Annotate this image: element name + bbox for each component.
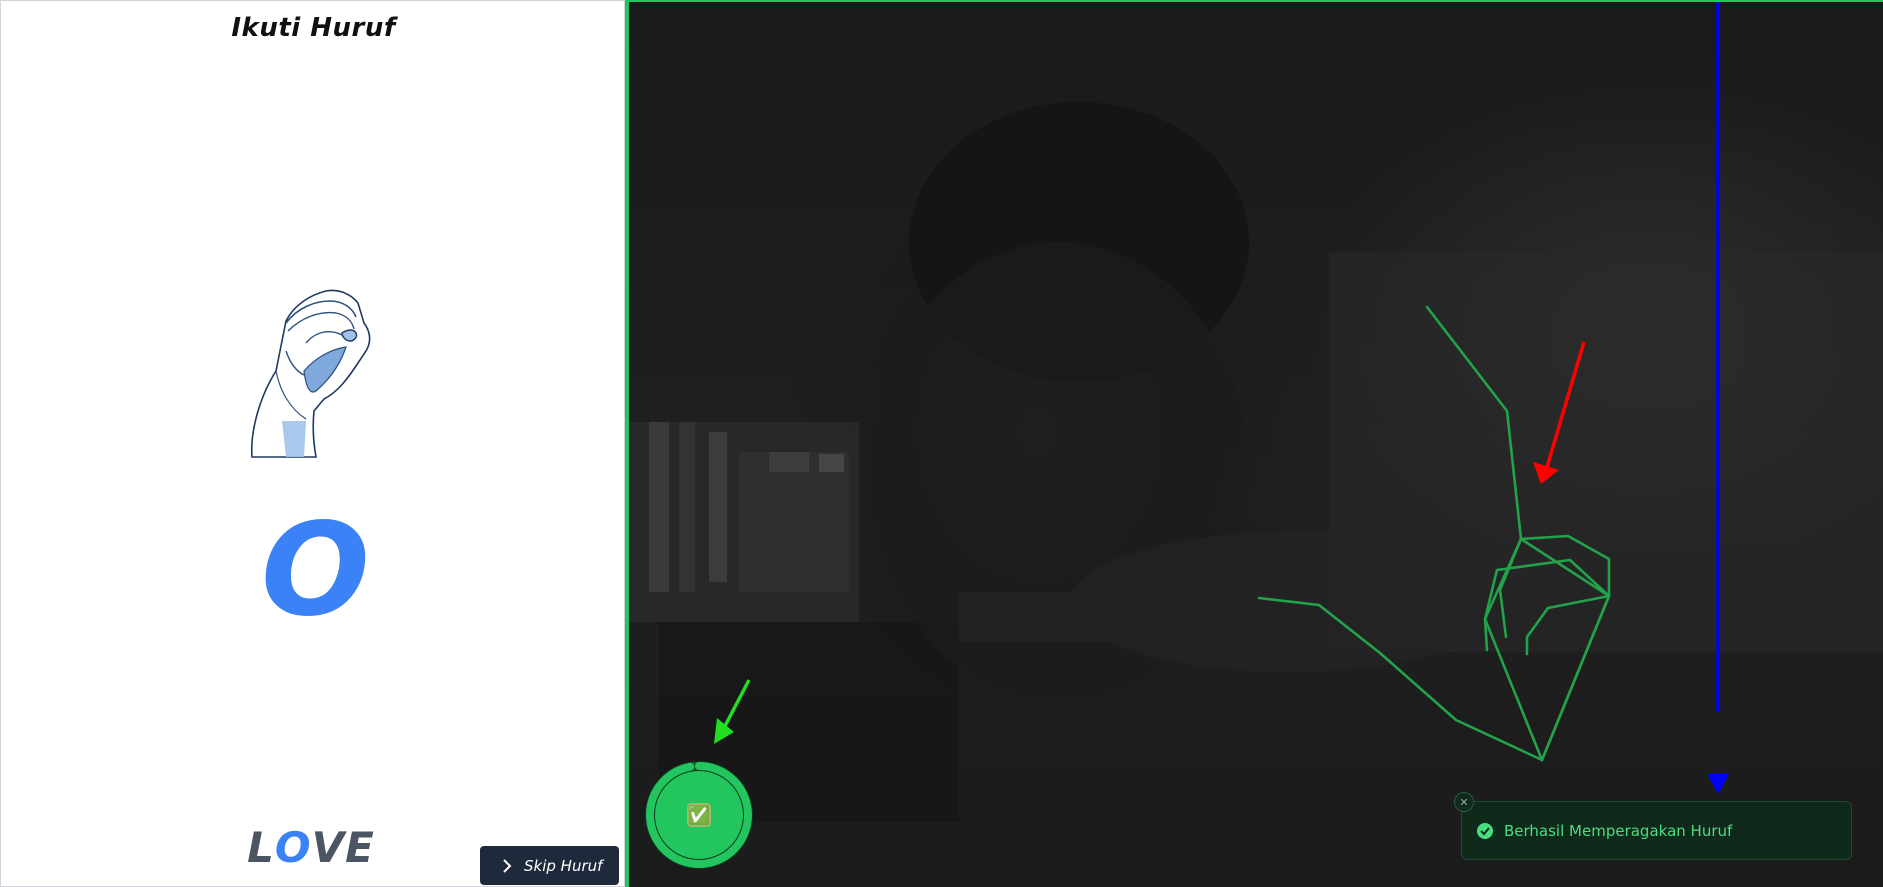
close-icon[interactable]: ✕ — [1454, 792, 1474, 812]
word-letter: L — [247, 823, 275, 872]
current-letter: O — [261, 496, 370, 645]
word-letter: E — [345, 823, 375, 872]
chevron-right-icon — [503, 858, 512, 873]
skip-letter-button[interactable]: Skip Huruf — [480, 846, 619, 885]
instruction-panel: Ikuti Huruf O LOVE Skip Huruf — [0, 0, 625, 887]
success-check-icon: ✅ — [687, 803, 711, 827]
success-toast: ✕ Berhasil Memperagakan Huruf — [1454, 792, 1852, 860]
target-word: LOVE — [231, 823, 391, 873]
panel-title: Ikuti Huruf — [231, 13, 396, 43]
camera-feed: ✅ ✕ Berhasil Memperagakan Huruf — [629, 0, 1883, 887]
skip-button-label: Skip Huruf — [524, 856, 603, 875]
word-letter: V — [311, 823, 346, 872]
hand-sign-illustration — [250, 289, 371, 458]
gesture-progress-ring: ✅ — [643, 759, 755, 871]
word-letter-active: O — [274, 823, 312, 872]
annotation-arrows — [714, 2, 1729, 794]
check-circle-icon — [1477, 822, 1493, 839]
toast-message: Berhasil Memperagakan Huruf — [1504, 821, 1733, 840]
